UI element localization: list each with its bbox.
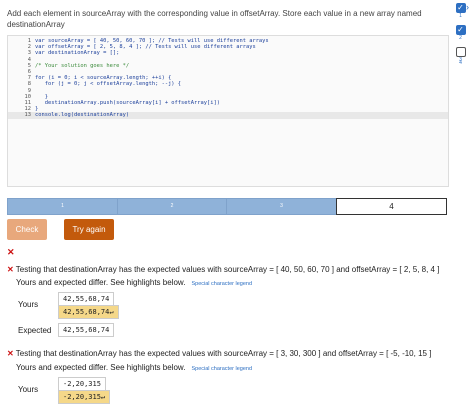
fail-icon: ✕: [7, 265, 14, 274]
level-number: 2: [459, 35, 462, 41]
progress-segment-4-current[interactable]: 4: [336, 198, 447, 215]
level-1-status[interactable]: ✓ 1: [455, 3, 466, 19]
level-2-status[interactable]: ✓ 2: [455, 25, 466, 41]
progress-segment-2[interactable]: 2: [117, 198, 227, 215]
yours-output-line: 42,55,68,74: [58, 292, 115, 306]
test-1-message: Yours and expected differ. See highlight…: [16, 277, 252, 290]
test-1-result: ✕ Testing that destinationArray has the …: [7, 264, 473, 275]
check-button[interactable]: Check: [7, 219, 47, 240]
level-number: 1: [459, 13, 462, 19]
diff-message: Yours and expected differ. See highlight…: [16, 278, 186, 287]
test-1-title: Testing that destinationArray has the ex…: [15, 265, 440, 274]
test-2-message: Yours and expected differ. See highlight…: [16, 362, 252, 375]
level-4-status[interactable]: 4: [455, 60, 466, 66]
level-number: 4: [459, 60, 462, 66]
checkbox-icon: [455, 47, 466, 57]
diff-message: Yours and expected differ. See highlight…: [16, 363, 186, 372]
yours-label: Yours: [18, 385, 39, 394]
special-character-legend-link[interactable]: Special character legend: [191, 366, 252, 372]
checkmark-icon: ✓: [455, 25, 466, 35]
special-character-legend-link[interactable]: Special character legend: [191, 281, 252, 287]
expected-output: 42,55,68,74: [58, 323, 115, 337]
test-2-title: Testing that destinationArray has the ex…: [15, 349, 432, 358]
code-editor[interactable]: 1 var sourceArray = [ 40, 50, 60, 70 ]; /…: [7, 35, 449, 187]
checkmark-icon: ✓: [455, 3, 466, 13]
arrow-right-icon[interactable]: ›: [466, 2, 469, 12]
yours-output-line: -2,20,315: [58, 377, 106, 391]
fail-icon: ✕: [7, 349, 14, 358]
progress-segment-3[interactable]: 3: [226, 198, 337, 215]
code-text: console.log(destinationArray): [35, 112, 130, 119]
fail-icon: ✕: [7, 247, 15, 257]
test-2-result: ✕ Testing that destinationArray has the …: [7, 348, 473, 359]
expected-label: Expected: [18, 326, 52, 335]
try-again-button[interactable]: Try again: [64, 219, 114, 240]
instructions: Add each element in sourceArray with the…: [7, 9, 422, 29]
code-line-active: 13 console.log(destinationArray): [8, 112, 448, 119]
progress-segment-1[interactable]: 1: [7, 198, 118, 215]
line-number: 13: [24, 112, 32, 119]
yours-label: Yours: [18, 300, 39, 309]
level-progress-bar: 1 2 3 4: [7, 198, 447, 215]
yours-output-highlight: 42,55,68,74↵: [58, 305, 119, 319]
yours-output-highlight: -2,20,315↵: [58, 390, 111, 404]
